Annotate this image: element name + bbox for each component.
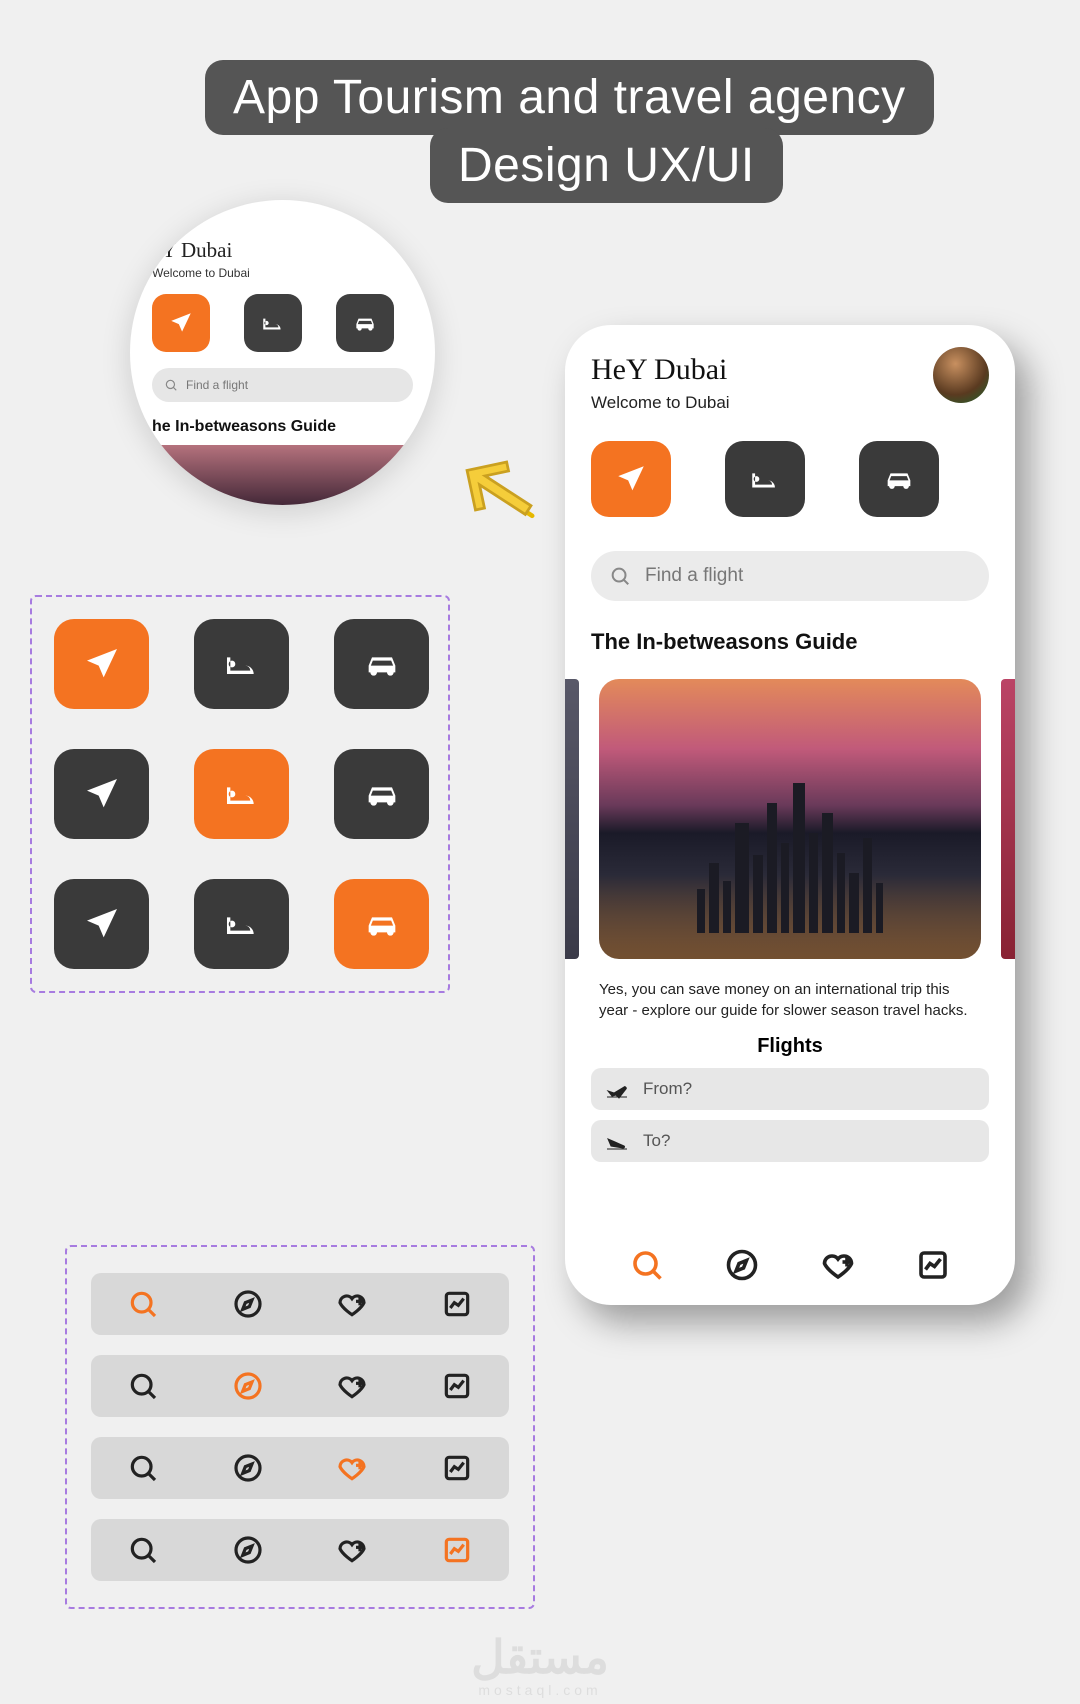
- bottom-nav-variant: [91, 1437, 509, 1499]
- icon-variants-panel: [30, 595, 450, 993]
- nav-search-icon[interactable]: [127, 1534, 159, 1566]
- phone-mockup: HeY Dubai Welcome to Dubai Find a flight…: [565, 325, 1015, 1305]
- page-subtitle: Welcome to Dubai: [591, 393, 730, 413]
- category-flights[interactable]: [591, 441, 671, 517]
- page-title-line2: Design UX/UI: [430, 128, 783, 203]
- tile-plane-icon[interactable]: [54, 879, 149, 969]
- nav-favorites-icon[interactable]: [336, 1370, 368, 1402]
- search-input[interactable]: Find a flight: [591, 551, 989, 601]
- search-input[interactable]: Find a flight: [152, 368, 413, 402]
- watermark-sub: mostaql.com: [478, 1682, 601, 1698]
- nav-explore-icon[interactable]: [232, 1534, 264, 1566]
- carousel-next-peek: [1001, 679, 1015, 959]
- to-placeholder: To?: [643, 1131, 670, 1151]
- from-input[interactable]: From?: [591, 1068, 989, 1110]
- page-title: HeY Dubai: [591, 353, 730, 387]
- carousel-prev-peek: [565, 679, 579, 959]
- category-flights[interactable]: [152, 294, 210, 352]
- tile-car-icon[interactable]: [334, 749, 429, 839]
- zoom-image: [130, 445, 435, 505]
- search-placeholder: Find a flight: [186, 378, 248, 392]
- bottom-nav-variant: [91, 1519, 509, 1581]
- tile-car-icon[interactable]: [334, 879, 429, 969]
- nav-trends-icon[interactable]: [441, 1288, 473, 1320]
- nav-search-icon[interactable]: [127, 1288, 159, 1320]
- tile-plane-icon[interactable]: [54, 619, 149, 709]
- nav-trends-icon[interactable]: [441, 1370, 473, 1402]
- tile-bed-icon[interactable]: [194, 749, 289, 839]
- tile-bed-icon[interactable]: [194, 879, 289, 969]
- category-hotels[interactable]: [725, 441, 805, 517]
- from-placeholder: From?: [643, 1079, 692, 1099]
- nav-explore-icon[interactable]: [232, 1370, 264, 1402]
- nav-search-icon[interactable]: [629, 1247, 665, 1283]
- nav-trends-icon[interactable]: [441, 1452, 473, 1484]
- nav-search-icon[interactable]: [127, 1370, 159, 1402]
- nav-favorites-icon[interactable]: [336, 1534, 368, 1566]
- arrow-icon: [439, 436, 548, 545]
- nav-explore-icon[interactable]: [232, 1452, 264, 1484]
- guide-caption: Yes, you can save money on an internatio…: [591, 979, 989, 1021]
- page-title-line1: App Tourism and travel agency: [205, 60, 934, 135]
- guide-card-image[interactable]: [599, 679, 981, 959]
- nav-favorites-icon[interactable]: [336, 1288, 368, 1320]
- watermark: مستقل: [471, 1630, 609, 1684]
- zoom-preview: eY Dubai Welcome to Dubai Find a flight …: [130, 200, 435, 505]
- category-cars[interactable]: [859, 441, 939, 517]
- guide-carousel[interactable]: [565, 679, 1015, 959]
- section-heading: The In-betweasons Guide: [591, 629, 989, 655]
- bottom-nav-variant: [91, 1355, 509, 1417]
- nav-explore-icon[interactable]: [232, 1288, 264, 1320]
- flights-section-title: Flights: [591, 1035, 989, 1058]
- category-cars[interactable]: [336, 294, 394, 352]
- search-placeholder: Find a flight: [645, 565, 743, 587]
- nav-favorites-icon[interactable]: [336, 1452, 368, 1484]
- category-hotels[interactable]: [244, 294, 302, 352]
- to-input[interactable]: To?: [591, 1120, 989, 1162]
- nav-favorites-icon[interactable]: [820, 1247, 856, 1283]
- nav-trends-icon[interactable]: [915, 1247, 951, 1283]
- avatar: [403, 230, 435, 268]
- zoom-subtitle: Welcome to Dubai: [152, 266, 413, 280]
- tile-bed-icon[interactable]: [194, 619, 289, 709]
- nav-trends-icon[interactable]: [441, 1534, 473, 1566]
- bottom-nav-variants-panel: [65, 1245, 535, 1609]
- nav-explore-icon[interactable]: [724, 1247, 760, 1283]
- nav-search-icon[interactable]: [127, 1452, 159, 1484]
- bottom-nav: [591, 1233, 989, 1287]
- zoom-title: eY Dubai: [152, 238, 413, 263]
- zoom-heading: he In-betweasons Guide: [152, 418, 413, 436]
- bottom-nav-variant: [91, 1273, 509, 1335]
- tile-car-icon[interactable]: [334, 619, 429, 709]
- avatar[interactable]: [933, 347, 989, 403]
- tile-plane-icon[interactable]: [54, 749, 149, 839]
